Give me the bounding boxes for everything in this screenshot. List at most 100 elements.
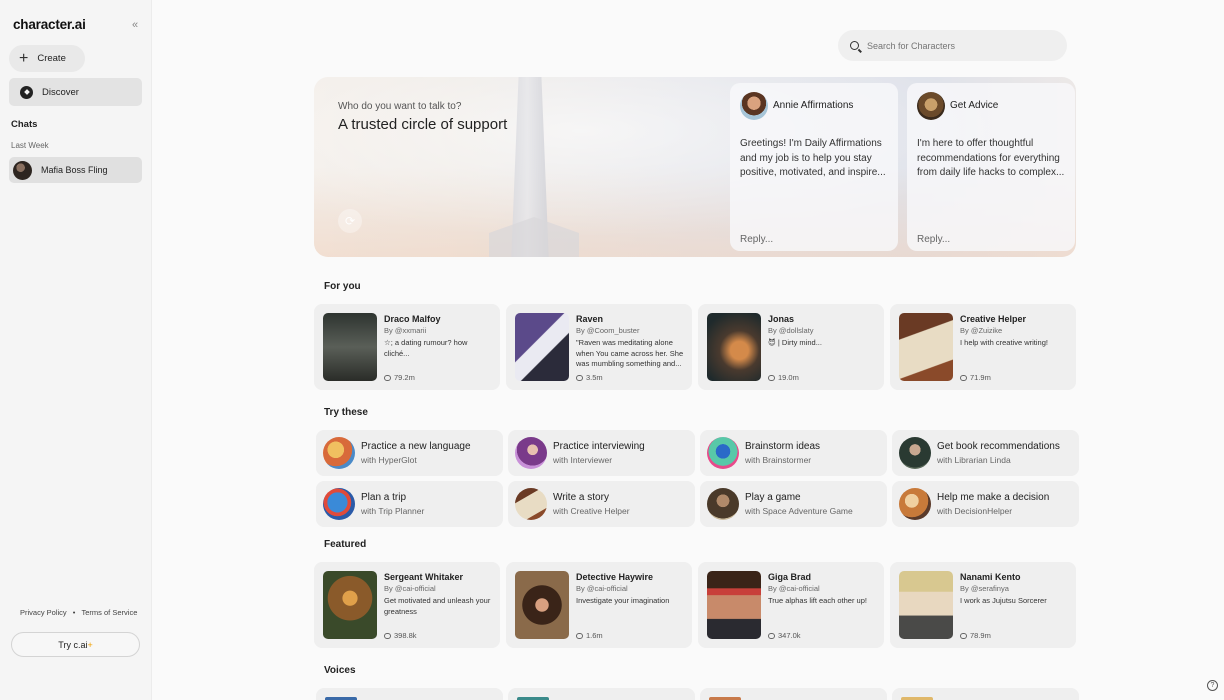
- globe-icon: [323, 488, 355, 520]
- search-input[interactable]: [867, 40, 1047, 51]
- suggestion-subtitle: with Trip Planner: [361, 506, 425, 516]
- character-description: "Raven was meditating alone when You cam…: [576, 338, 684, 368]
- chat-item[interactable]: Mafia Boss Fling: [9, 157, 142, 183]
- character-image: [899, 313, 953, 381]
- character-image: [515, 313, 569, 381]
- character-card[interactable]: Nanami Kento By @serafinya I work as Juj…: [890, 562, 1076, 648]
- refresh-icon[interactable]: ⟳: [338, 209, 362, 233]
- character-image: [515, 571, 569, 639]
- chat-bubble-icon: [576, 632, 583, 639]
- avatar: [899, 488, 931, 520]
- chat-bubble-icon: [576, 374, 583, 381]
- chat-item-label: Mafia Boss Fling: [41, 165, 108, 175]
- hero-chat-card[interactable]: Annie Affirmations Greetings! I'm Daily …: [730, 83, 898, 251]
- character-image: [899, 571, 953, 639]
- hero-chat-card[interactable]: Get Advice I'm here to offer thoughtful …: [907, 83, 1075, 251]
- character-card[interactable]: Sergeant Whitaker By @cai-official Get m…: [314, 562, 500, 648]
- character-card[interactable]: Jonas By @dollslaty 😈 | Dirty mind... 19…: [698, 304, 884, 390]
- hero-banner: Who do you want to talk to? A trusted ci…: [314, 77, 1076, 257]
- suggestion-card[interactable]: Write a story with Creative Helper: [508, 481, 695, 527]
- chat-count: 347.0k: [768, 631, 801, 640]
- suggestion-subtitle: with Interviewer: [553, 455, 613, 465]
- suggestion-card[interactable]: Get book recommendations with Librarian …: [892, 430, 1079, 476]
- voice-card[interactable]: [892, 688, 1079, 700]
- try-label: Try c.ai: [58, 639, 88, 650]
- book-icon: [515, 488, 547, 520]
- greeting-message: I'm here to offer thoughtful recommendat…: [917, 138, 1065, 178]
- character-author: By @xxmarii: [384, 326, 427, 335]
- character-description: Investigate your imagination: [576, 596, 670, 605]
- avatar: [13, 160, 32, 180]
- help-icon[interactable]: ?: [1207, 680, 1218, 691]
- chat-bubble-icon: [768, 632, 775, 639]
- suggestion-subtitle: with Librarian Linda: [937, 455, 1011, 465]
- suggestion-card[interactable]: Plan a trip with Trip Planner: [316, 481, 503, 527]
- hero-eyebrow: Who do you want to talk to?: [338, 101, 462, 112]
- suggestion-subtitle: with Space Adventure Game: [745, 506, 853, 516]
- privacy-policy-link[interactable]: Privacy Policy: [20, 608, 67, 617]
- suggestion-card[interactable]: Brainstorm ideas with Brainstormer: [700, 430, 887, 476]
- character-name: Get Advice: [950, 100, 999, 111]
- create-button[interactable]: + Create: [9, 45, 85, 72]
- suggestion-card[interactable]: Practice a new language with HyperGlot: [316, 430, 503, 476]
- discover-button[interactable]: Discover: [9, 78, 142, 106]
- voice-card[interactable]: [700, 688, 887, 700]
- search-bar[interactable]: [838, 30, 1067, 61]
- legal-links: Privacy Policy • Terms of Service: [18, 608, 139, 617]
- terms-of-service-link[interactable]: Terms of Service: [82, 608, 138, 617]
- chat-count: 1.6m: [576, 631, 603, 640]
- character-image: [323, 313, 377, 381]
- chat-bubble-icon: [768, 374, 775, 381]
- chat-bubble-icon: [960, 632, 967, 639]
- character-author: By @cai-official: [384, 584, 436, 593]
- chat-count: 79.2m: [384, 373, 415, 382]
- character-card[interactable]: Giga Brad By @cai-official True alphas l…: [698, 562, 884, 648]
- voice-card[interactable]: [316, 688, 503, 700]
- logo[interactable]: character.ai: [13, 17, 86, 32]
- plus-badge: +: [87, 639, 93, 650]
- character-title: Giga Brad: [768, 572, 812, 582]
- sidebar: character.ai « + Create Discover Chats L…: [0, 0, 152, 700]
- chat-bubble-icon: [960, 374, 967, 381]
- suggestion-card[interactable]: Practice interviewing with Interviewer: [508, 430, 695, 476]
- character-description: True alphas lift each other up!: [768, 596, 867, 605]
- plus-icon: +: [19, 49, 29, 67]
- avatar: [740, 92, 768, 120]
- character-card[interactable]: Detective Haywire By @cai-official Inves…: [506, 562, 692, 648]
- try-cai-plus-button[interactable]: Try c.ai +: [11, 632, 140, 657]
- character-card[interactable]: Creative Helper By @Zuizike I help with …: [890, 304, 1076, 390]
- character-card[interactable]: Draco Malfoy By @xxmarii ☆; a dating rum…: [314, 304, 500, 390]
- character-card[interactable]: Raven By @Coom_buster "Raven was meditat…: [506, 304, 692, 390]
- character-title: Detective Haywire: [576, 572, 654, 582]
- suggestion-subtitle: with Brainstormer: [745, 455, 812, 465]
- reply-input[interactable]: Reply...: [740, 234, 773, 245]
- chat-count: 71.9m: [960, 373, 991, 382]
- suggestion-card[interactable]: Help me make a decision with DecisionHel…: [892, 481, 1079, 527]
- section-title-try-these: Try these: [324, 407, 368, 418]
- chat-count: 398.8k: [384, 631, 417, 640]
- suggestion-subtitle: with Creative Helper: [553, 506, 630, 516]
- reply-input[interactable]: Reply...: [917, 234, 950, 245]
- character-title: Nanami Kento: [960, 572, 1021, 582]
- avatar: [515, 437, 547, 469]
- search-icon: [850, 41, 859, 50]
- suggestion-title: Plan a trip: [361, 492, 407, 503]
- character-title: Draco Malfoy: [384, 314, 441, 324]
- character-author: By @cai-official: [576, 584, 628, 593]
- chat-count: 3.5m: [576, 373, 603, 382]
- chats-heading: Chats: [11, 119, 38, 130]
- character-image: [323, 571, 377, 639]
- suggestion-title: Practice interviewing: [553, 441, 645, 452]
- character-author: By @Zuizike: [960, 326, 1003, 335]
- voice-card[interactable]: [508, 688, 695, 700]
- chat-bubble-icon: [384, 374, 391, 381]
- character-title: Sergeant Whitaker: [384, 572, 464, 582]
- suggestion-card[interactable]: Play a game with Space Adventure Game: [700, 481, 887, 527]
- collapse-sidebar-icon[interactable]: «: [132, 19, 138, 31]
- discover-label: Discover: [42, 86, 79, 98]
- suggestion-title: Play a game: [745, 492, 801, 503]
- character-description: ☆; a dating rumour? how cliché...: [384, 338, 468, 358]
- character-title: Creative Helper: [960, 314, 1027, 324]
- character-image: [707, 571, 761, 639]
- suggestion-title: Help me make a decision: [937, 492, 1050, 503]
